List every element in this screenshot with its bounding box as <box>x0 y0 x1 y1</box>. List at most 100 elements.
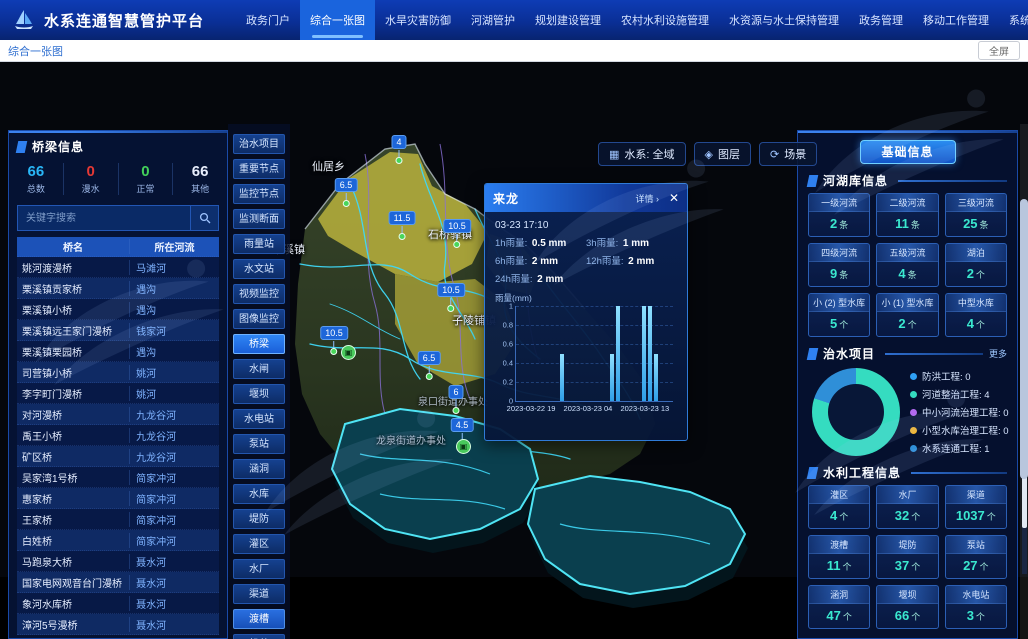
bridge-name-cell: 白姓桥 <box>17 533 130 548</box>
stat-cell[interactable]: 湖泊2个 <box>945 243 1007 287</box>
stat-cell-label: 湖泊 <box>946 244 1006 262</box>
nav-tab[interactable]: 移动工作管理 <box>913 0 999 40</box>
layer-item-水文站[interactable]: 水文站 <box>233 259 285 279</box>
stat-cell[interactable]: 三级河流25条 <box>945 193 1007 237</box>
layer-item-雨量站[interactable]: 雨量站 <box>233 234 285 254</box>
water-level-marker[interactable]: 10.5 <box>443 216 471 248</box>
popup-detail-link[interactable]: 详情 › <box>635 192 659 205</box>
table-row[interactable]: 栗溪镇栗园桥遇沟 <box>17 341 219 362</box>
bridge-name-cell: 矿区桥 <box>17 449 130 464</box>
layer-item-图像监控[interactable]: 图像监控 <box>233 309 285 329</box>
table-row[interactable]: 姚河渡漫桥马滩河 <box>17 257 219 278</box>
stat-cell[interactable]: 堤防37个 <box>876 535 938 579</box>
table-row[interactable]: 栗溪镇小桥遇沟 <box>17 299 219 320</box>
rain-metric-value: 2 mm <box>532 256 558 267</box>
map-control[interactable]: ⟳场景 <box>759 142 817 166</box>
legend-item: 防洪工程: 0 <box>910 369 1009 383</box>
camera-icon[interactable]: ▣ <box>341 345 356 360</box>
nav-tab[interactable]: 水资源与水土保持管理 <box>719 0 849 40</box>
search-input[interactable] <box>17 205 191 231</box>
layer-item-机井[interactable]: 机井 <box>233 634 285 639</box>
layer-item-水库[interactable]: 水库 <box>233 484 285 504</box>
layer-item-桥梁[interactable]: 桥梁 <box>233 334 285 354</box>
table-row[interactable]: 国家电网观音台门漫桥聂水河 <box>17 572 219 593</box>
map-control[interactable]: ◈图层 <box>694 142 751 166</box>
stat-cell[interactable]: 渠道1037个 <box>945 485 1007 529</box>
tab-base-info[interactable]: 基础信息 <box>860 140 956 164</box>
stat-cell[interactable]: 小 (2) 型水库5个 <box>808 293 870 337</box>
table-row[interactable]: 王家桥简家冲河 <box>17 509 219 530</box>
nav-tab[interactable]: 政务门户 <box>236 0 300 40</box>
stat-cell[interactable]: 水电站3个 <box>945 585 1007 629</box>
table-row[interactable]: 对河漫桥九龙谷河 <box>17 404 219 425</box>
stat-cell[interactable]: 灌区4个 <box>808 485 870 529</box>
stat-cell[interactable]: 二级河流11条 <box>876 193 938 237</box>
stat-cell[interactable]: 中型水库4个 <box>945 293 1007 337</box>
search-icon[interactable] <box>191 205 219 231</box>
breadcrumb[interactable]: 综合一张图 <box>8 43 63 59</box>
table-row[interactable]: 象河水库桥聂水河 <box>17 593 219 614</box>
layer-item-灌区[interactable]: 灌区 <box>233 534 285 554</box>
table-row[interactable]: 司营镇小桥姚河 <box>17 362 219 383</box>
nav-tab[interactable]: 规划建设管理 <box>525 0 611 40</box>
layer-item-视频监控[interactable]: 视频监控 <box>233 284 285 304</box>
bridge-name-cell: 对河漫桥 <box>17 407 130 422</box>
table-row[interactable]: 栗溪镇远王家门漫桥钱家河 <box>17 320 219 341</box>
river-name-cell: 遇沟 <box>130 281 219 296</box>
water-level-marker[interactable]: 6 <box>448 382 463 414</box>
close-icon[interactable]: ✕ <box>669 191 679 205</box>
stat-cell[interactable]: 泵站27个 <box>945 535 1007 579</box>
table-row[interactable]: 李字町门漫桥姚河 <box>17 383 219 404</box>
nav-tab[interactable]: 综合一张图 <box>300 0 375 40</box>
nav-tab[interactable]: 政务管理 <box>849 0 913 40</box>
river-name-cell: 九龙谷河 <box>130 407 219 422</box>
table-row[interactable]: 吴家湾1号桥简家冲河 <box>17 467 219 488</box>
stat-cell[interactable]: 涵洞47个 <box>808 585 870 629</box>
layer-item-水闸[interactable]: 水闸 <box>233 359 285 379</box>
fullscreen-button[interactable]: 全屏 <box>978 41 1020 60</box>
layer-item-泵站[interactable]: 泵站 <box>233 434 285 454</box>
stat-cell[interactable]: 五级河流4条 <box>876 243 938 287</box>
table-row[interactable]: 漳河5号漫桥聂水河 <box>17 614 219 635</box>
table-row[interactable]: 禹王小桥九龙谷河 <box>17 425 219 446</box>
stat-cell[interactable]: 四级河流9条 <box>808 243 870 287</box>
water-level-marker[interactable]: 6.5 <box>418 348 441 380</box>
table-row[interactable]: 矿区桥九龙谷河 <box>17 446 219 467</box>
layer-item-重要节点[interactable]: 重要节点 <box>233 159 285 179</box>
nav-tab[interactable]: 河湖管护 <box>461 0 525 40</box>
stat-cell-label: 涵洞 <box>809 586 869 604</box>
water-level-marker[interactable]: 6.5 <box>335 175 358 207</box>
section-divider <box>911 472 1007 474</box>
table-row[interactable]: 马跑泉大桥聂水河 <box>17 551 219 572</box>
water-level-marker[interactable]: 11.5 <box>389 208 416 240</box>
marker-value: 4.5 <box>451 418 474 432</box>
stat-cell[interactable]: 水厂32个 <box>876 485 938 529</box>
more-link[interactable]: 更多 <box>989 347 1007 360</box>
camera-icon[interactable]: ▣ <box>456 439 471 454</box>
map-control[interactable]: ▦水系: 全域 <box>598 142 686 166</box>
scrollbar-thumb[interactable] <box>1020 199 1028 479</box>
stat-cell[interactable]: 一级河流2条 <box>808 193 870 237</box>
layer-item-涵洞[interactable]: 涵洞 <box>233 459 285 479</box>
nav-tab[interactable]: 水旱灾害防御 <box>375 0 461 40</box>
stat-cell[interactable]: 小 (1) 型水库2个 <box>876 293 938 337</box>
layer-item-治水项目[interactable]: 治水项目 <box>233 134 285 154</box>
nav-tab[interactable]: 系统管理 <box>999 0 1028 40</box>
layer-item-堰坝[interactable]: 堰坝 <box>233 384 285 404</box>
layer-item-监控节点[interactable]: 监控节点 <box>233 184 285 204</box>
table-row[interactable]: 栗溪镇贡家桥遇沟 <box>17 278 219 299</box>
layer-item-渠道[interactable]: 渠道 <box>233 584 285 604</box>
water-level-marker[interactable]: 10.5 <box>437 280 465 312</box>
layer-item-渡槽[interactable]: 渡槽 <box>233 609 285 629</box>
layer-item-堤防[interactable]: 堤防 <box>233 509 285 529</box>
table-row[interactable]: 白姓桥简家冲河 <box>17 530 219 551</box>
water-level-marker[interactable]: 4 <box>391 132 406 164</box>
page-scrollbar[interactable] <box>1020 124 1028 639</box>
layer-item-水厂[interactable]: 水厂 <box>233 559 285 579</box>
stat-cell[interactable]: 渡槽11个 <box>808 535 870 579</box>
layer-item-监测断面[interactable]: 监测断面 <box>233 209 285 229</box>
stat-cell[interactable]: 堰坝66个 <box>876 585 938 629</box>
nav-tab[interactable]: 农村水利设施管理 <box>611 0 719 40</box>
table-row[interactable]: 惠家桥简家冲河 <box>17 488 219 509</box>
layer-item-水电站[interactable]: 水电站 <box>233 409 285 429</box>
